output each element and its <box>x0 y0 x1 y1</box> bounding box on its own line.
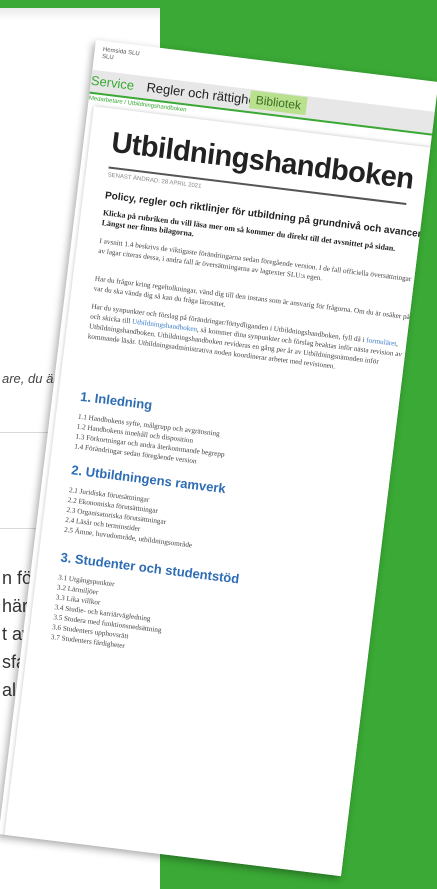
nav-service[interactable]: Service <box>90 73 135 93</box>
last-updated: SENAST ÄNDRAD: 28 APRIL 2021 <box>107 172 202 190</box>
nav-library[interactable]: Bibliotek <box>248 90 308 116</box>
background-page-fold <box>0 8 160 20</box>
background-italic-text: are, du är <box>2 371 58 386</box>
site-logo[interactable]: Hemsida SLU SLU <box>102 47 140 65</box>
section-heading[interactable]: 1. Inledning <box>80 389 154 413</box>
